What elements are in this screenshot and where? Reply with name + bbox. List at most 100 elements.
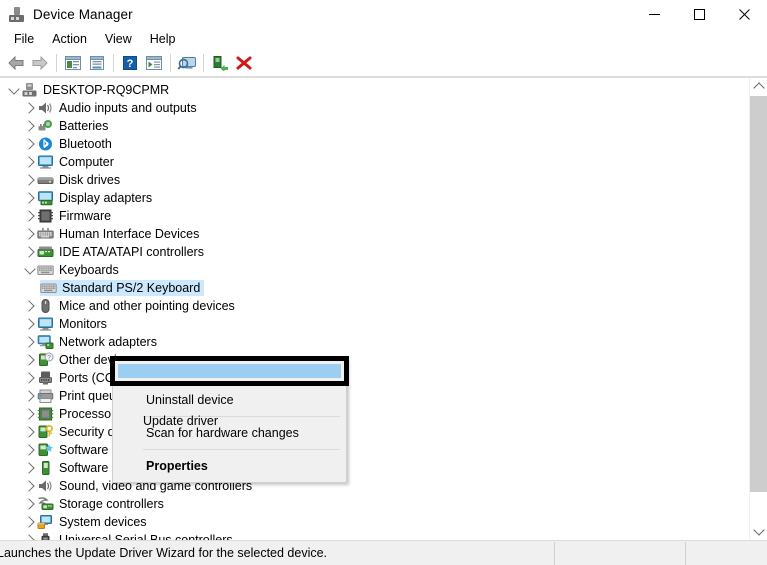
forward-icon[interactable] xyxy=(28,51,52,75)
firmware-chip-icon xyxy=(37,208,54,224)
bluetooth-icon xyxy=(37,136,54,152)
chevron-right-icon[interactable] xyxy=(22,441,37,459)
context-menu-item-update-driver-label[interactable]: Update driver xyxy=(112,361,347,480)
menu-view[interactable]: View xyxy=(96,30,141,50)
chevron-right-icon[interactable] xyxy=(22,135,37,153)
context-menu[interactable]: Update driver Uninstall device Scan for … xyxy=(110,356,349,483)
chevron-right-icon[interactable] xyxy=(22,531,37,540)
menu-bar: File Action View Help xyxy=(0,29,767,50)
vertical-scrollbar[interactable] xyxy=(749,78,767,540)
svg-text:?: ? xyxy=(47,355,51,362)
chevron-right-icon[interactable] xyxy=(22,225,37,243)
mouse-icon xyxy=(37,298,54,314)
tree-item-label: Human Interface Devices xyxy=(59,227,200,241)
back-icon[interactable] xyxy=(4,51,28,75)
chevron-right-icon[interactable] xyxy=(22,513,37,531)
monitor-icon xyxy=(37,316,54,332)
tree-item-disk-drives[interactable]: Disk drives xyxy=(0,171,749,189)
tree-item-label: Display adapters xyxy=(59,191,153,205)
network-adapter-icon xyxy=(37,334,54,350)
update-driver-icon[interactable] xyxy=(142,51,166,75)
help-icon[interactable]: ? xyxy=(118,51,142,75)
chevron-right-icon[interactable] xyxy=(22,297,37,315)
tree-item-label: Network adapters xyxy=(59,335,157,349)
menu-file[interactable]: File xyxy=(5,30,43,50)
unknown-device-icon: ? xyxy=(37,352,54,368)
tree-item-computer[interactable]: Computer xyxy=(0,153,749,171)
chevron-down-icon[interactable] xyxy=(750,523,767,540)
tree-item-batteries[interactable]: Batteries xyxy=(0,117,749,135)
uninstall-device-icon[interactable] xyxy=(232,51,256,75)
tree-item-universal-serial-bus-controllers[interactable]: Universal Serial Bus controllers xyxy=(0,531,749,540)
chevron-down-icon[interactable] xyxy=(6,81,21,99)
processor-icon xyxy=(37,406,54,422)
chevron-right-icon[interactable] xyxy=(22,99,37,117)
toolbar-separator xyxy=(56,54,57,72)
properties-icon[interactable] xyxy=(61,51,85,75)
toolbar-separator xyxy=(113,54,114,72)
usb-icon xyxy=(37,532,54,540)
toolbar-separator xyxy=(203,54,204,72)
chevron-right-icon[interactable] xyxy=(22,405,37,423)
chevron-right-icon[interactable] xyxy=(22,189,37,207)
software-component-icon xyxy=(37,442,54,458)
port-icon xyxy=(37,370,54,386)
maximize-icon[interactable] xyxy=(677,0,722,29)
tree-item-human-interface-devices[interactable]: Human Interface Devices xyxy=(0,225,749,243)
chevron-right-icon[interactable] xyxy=(22,171,37,189)
tree-item-selection: Standard PS/2 Keyboard xyxy=(40,280,205,296)
chevron-right-icon[interactable] xyxy=(22,387,37,405)
computer-root-icon xyxy=(21,82,38,98)
title-bar: Device Manager xyxy=(0,0,767,29)
chevron-right-icon[interactable] xyxy=(22,477,37,495)
tree-item-label: Audio inputs and outputs xyxy=(59,101,197,115)
tree-item-audio-inputs-and-outputs[interactable]: Audio inputs and outputs xyxy=(0,99,749,117)
monitor-icon xyxy=(37,154,54,170)
tree-item-firmware[interactable]: Firmware xyxy=(0,207,749,225)
disk-drive-icon xyxy=(37,172,54,188)
scan-hardware-changes-icon[interactable] xyxy=(175,51,199,75)
menu-help[interactable]: Help xyxy=(141,30,185,50)
tree-item-monitors[interactable]: Monitors xyxy=(0,315,749,333)
tree-item-bluetooth[interactable]: Bluetooth xyxy=(0,135,749,153)
tree-item-storage-controllers[interactable]: Storage controllers xyxy=(0,495,749,513)
security-device-icon xyxy=(37,424,54,440)
tree-item-network-adapters[interactable]: Network adapters xyxy=(0,333,749,351)
chevron-down-icon[interactable] xyxy=(22,261,37,279)
scrollbar-thumb[interactable] xyxy=(750,96,767,492)
tree-item-keyboards[interactable]: Keyboards xyxy=(0,261,749,279)
chevron-right-icon[interactable] xyxy=(22,459,37,477)
status-pane-2 xyxy=(555,541,685,565)
chevron-right-icon[interactable] xyxy=(22,351,37,369)
chevron-right-icon[interactable] xyxy=(22,369,37,387)
chevron-right-icon[interactable] xyxy=(22,243,37,261)
tree-item-ide-ata-atapi-controllers[interactable]: IDE ATA/ATAPI controllers xyxy=(0,243,749,261)
tree-item-label: Universal Serial Bus controllers xyxy=(59,533,233,540)
menu-action[interactable]: Action xyxy=(43,30,96,50)
tree-item-system-devices[interactable]: System devices xyxy=(0,513,749,531)
tree-item-label: IDE ATA/ATAPI controllers xyxy=(59,245,204,259)
device-manager-icon xyxy=(9,6,25,23)
show-hidden-devices-icon[interactable] xyxy=(85,51,109,75)
minimize-icon[interactable] xyxy=(632,0,677,29)
chevron-right-icon[interactable] xyxy=(22,495,37,513)
chevron-right-icon[interactable] xyxy=(22,207,37,225)
storage-controller-icon xyxy=(37,496,54,512)
device-manager-window: Device Manager File Action View Help ? D… xyxy=(0,0,767,565)
svg-text:?: ? xyxy=(127,58,134,70)
tree-root-node[interactable]: DESKTOP-RQ9CPMR xyxy=(0,81,749,99)
tree-item-mice-and-other-pointing-devices[interactable]: Mice and other pointing devices xyxy=(0,297,749,315)
enable-device-icon[interactable] xyxy=(208,51,232,75)
tree-item-display-adapters[interactable]: Display adapters xyxy=(0,189,749,207)
chevron-right-icon[interactable] xyxy=(22,153,37,171)
chevron-right-icon[interactable] xyxy=(22,333,37,351)
chevron-right-icon[interactable] xyxy=(22,315,37,333)
tree-item-label: Mice and other pointing devices xyxy=(59,299,235,313)
tree-item-standard-ps-2-keyboard[interactable]: Standard PS/2 Keyboard xyxy=(0,279,749,297)
tree-item-label: Monitors xyxy=(59,317,107,331)
keyboard-icon xyxy=(40,280,57,296)
chevron-right-icon[interactable] xyxy=(22,117,37,135)
chevron-up-icon[interactable] xyxy=(750,78,767,95)
close-icon[interactable] xyxy=(722,0,767,29)
chevron-right-icon[interactable] xyxy=(22,423,37,441)
